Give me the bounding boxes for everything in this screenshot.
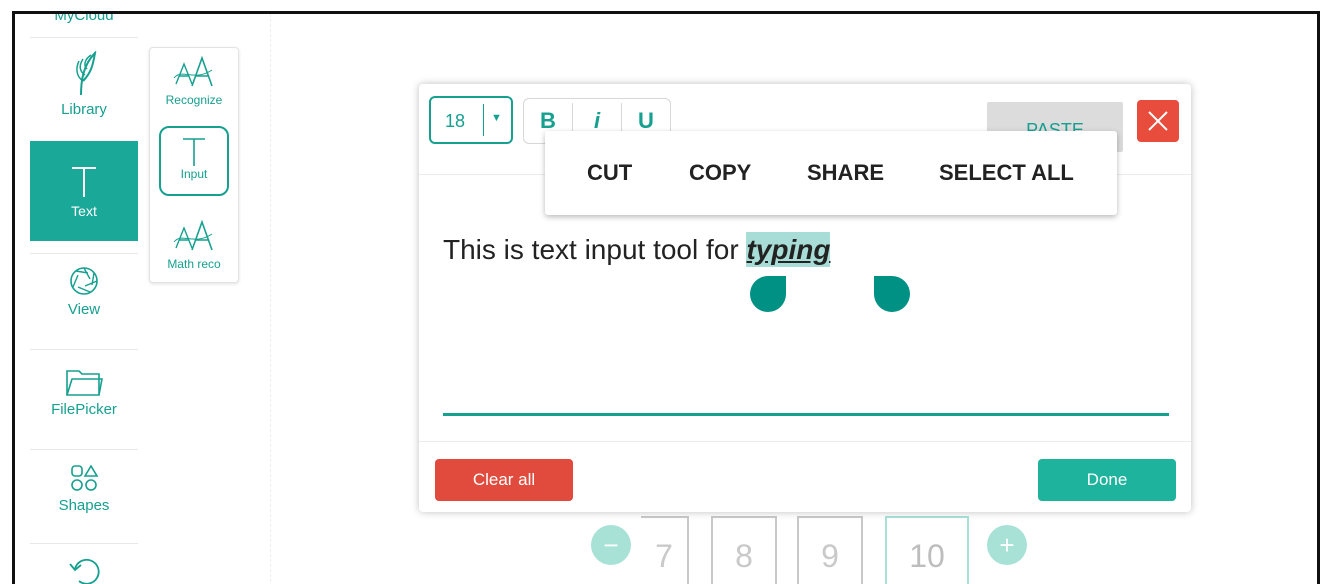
editor-underline	[443, 413, 1169, 416]
menu-item-share[interactable]: SHARE	[807, 131, 884, 215]
page-thumb[interactable]: 7	[641, 516, 689, 584]
page-next-button[interactable]: +	[987, 525, 1027, 565]
sidebar-item-shapes[interactable]: Shapes	[30, 463, 138, 533]
app-frame: MyCloud Library Text View FilePicker Sha…	[12, 11, 1320, 584]
folder-icon	[66, 370, 103, 396]
handwriting-aa-icon	[173, 55, 213, 87]
selected-text: typing	[746, 232, 831, 267]
menu-item-cut[interactable]: CUT	[587, 131, 632, 215]
sidebar-item-label: View	[67, 301, 101, 318]
clear-all-button[interactable]: Clear all	[435, 459, 573, 501]
sidebar-item-text[interactable]: Text	[30, 141, 138, 241]
done-button[interactable]: Done	[1038, 459, 1176, 501]
text-editor[interactable]: This is text input tool for typing	[443, 232, 831, 267]
tool-label: Input	[180, 167, 208, 181]
text-t-icon	[72, 167, 96, 197]
sidebar-item-label: Text	[71, 203, 97, 219]
page-prev-button[interactable]: −	[591, 525, 631, 565]
sidebar: MyCloud Library Text View FilePicker Sha…	[30, 11, 138, 584]
page-thumb[interactable]: 9	[797, 516, 863, 584]
aperture-icon	[70, 267, 98, 295]
menu-item-select-all[interactable]: SELECT ALL	[939, 131, 1074, 215]
text-selection-menu: CUT COPY SHARE SELECT ALL	[545, 131, 1117, 215]
sidebar-item-label: Shapes	[58, 497, 110, 514]
tool-label: Recognize	[165, 93, 223, 107]
close-button[interactable]	[1137, 100, 1179, 142]
tool-input[interactable]: Input	[150, 126, 238, 206]
feather-icon	[76, 50, 97, 96]
sidebar-item-filepicker[interactable]: FilePicker	[30, 365, 138, 435]
page-thumb[interactable]: 8	[711, 516, 777, 584]
text-t-icon	[183, 138, 205, 166]
sidebar-item-label: FilePicker	[51, 401, 117, 418]
undo-icon	[69, 558, 100, 584]
handwriting-aa-icon	[173, 219, 213, 251]
tool-recognize[interactable]: Recognize	[150, 54, 238, 120]
sidebar-item-label: Library	[61, 101, 107, 118]
undo-button[interactable]	[30, 555, 138, 584]
sidebar-item-library[interactable]: Library	[30, 50, 138, 141]
font-size-value: 18	[445, 111, 466, 131]
selection-handle-end[interactable]	[874, 276, 910, 312]
tool-input-frame: Input	[159, 126, 229, 196]
text-tool-panel: Recognize Input Math reco	[149, 47, 239, 283]
close-icon	[1148, 111, 1168, 131]
sidebar-item-view[interactable]: View	[30, 265, 138, 335]
editor-text: This is text input tool for	[443, 234, 747, 265]
menu-item-copy[interactable]: COPY	[689, 131, 751, 215]
chevron-down-icon: ▼	[491, 112, 502, 124]
selection-handle-start[interactable]	[750, 276, 786, 312]
font-size-select[interactable]: 18 ▼	[429, 96, 513, 144]
tool-label: Math reco	[167, 257, 221, 271]
shapes-icon	[71, 464, 99, 491]
divider	[270, 14, 271, 584]
tool-math-reco[interactable]: Math reco	[150, 218, 238, 278]
sidebar-item-mycloud[interactable]: MyCloud	[30, 11, 138, 33]
page-thumb-current[interactable]: 10	[885, 516, 969, 584]
sidebar-item-label: MyCloud	[54, 11, 114, 24]
